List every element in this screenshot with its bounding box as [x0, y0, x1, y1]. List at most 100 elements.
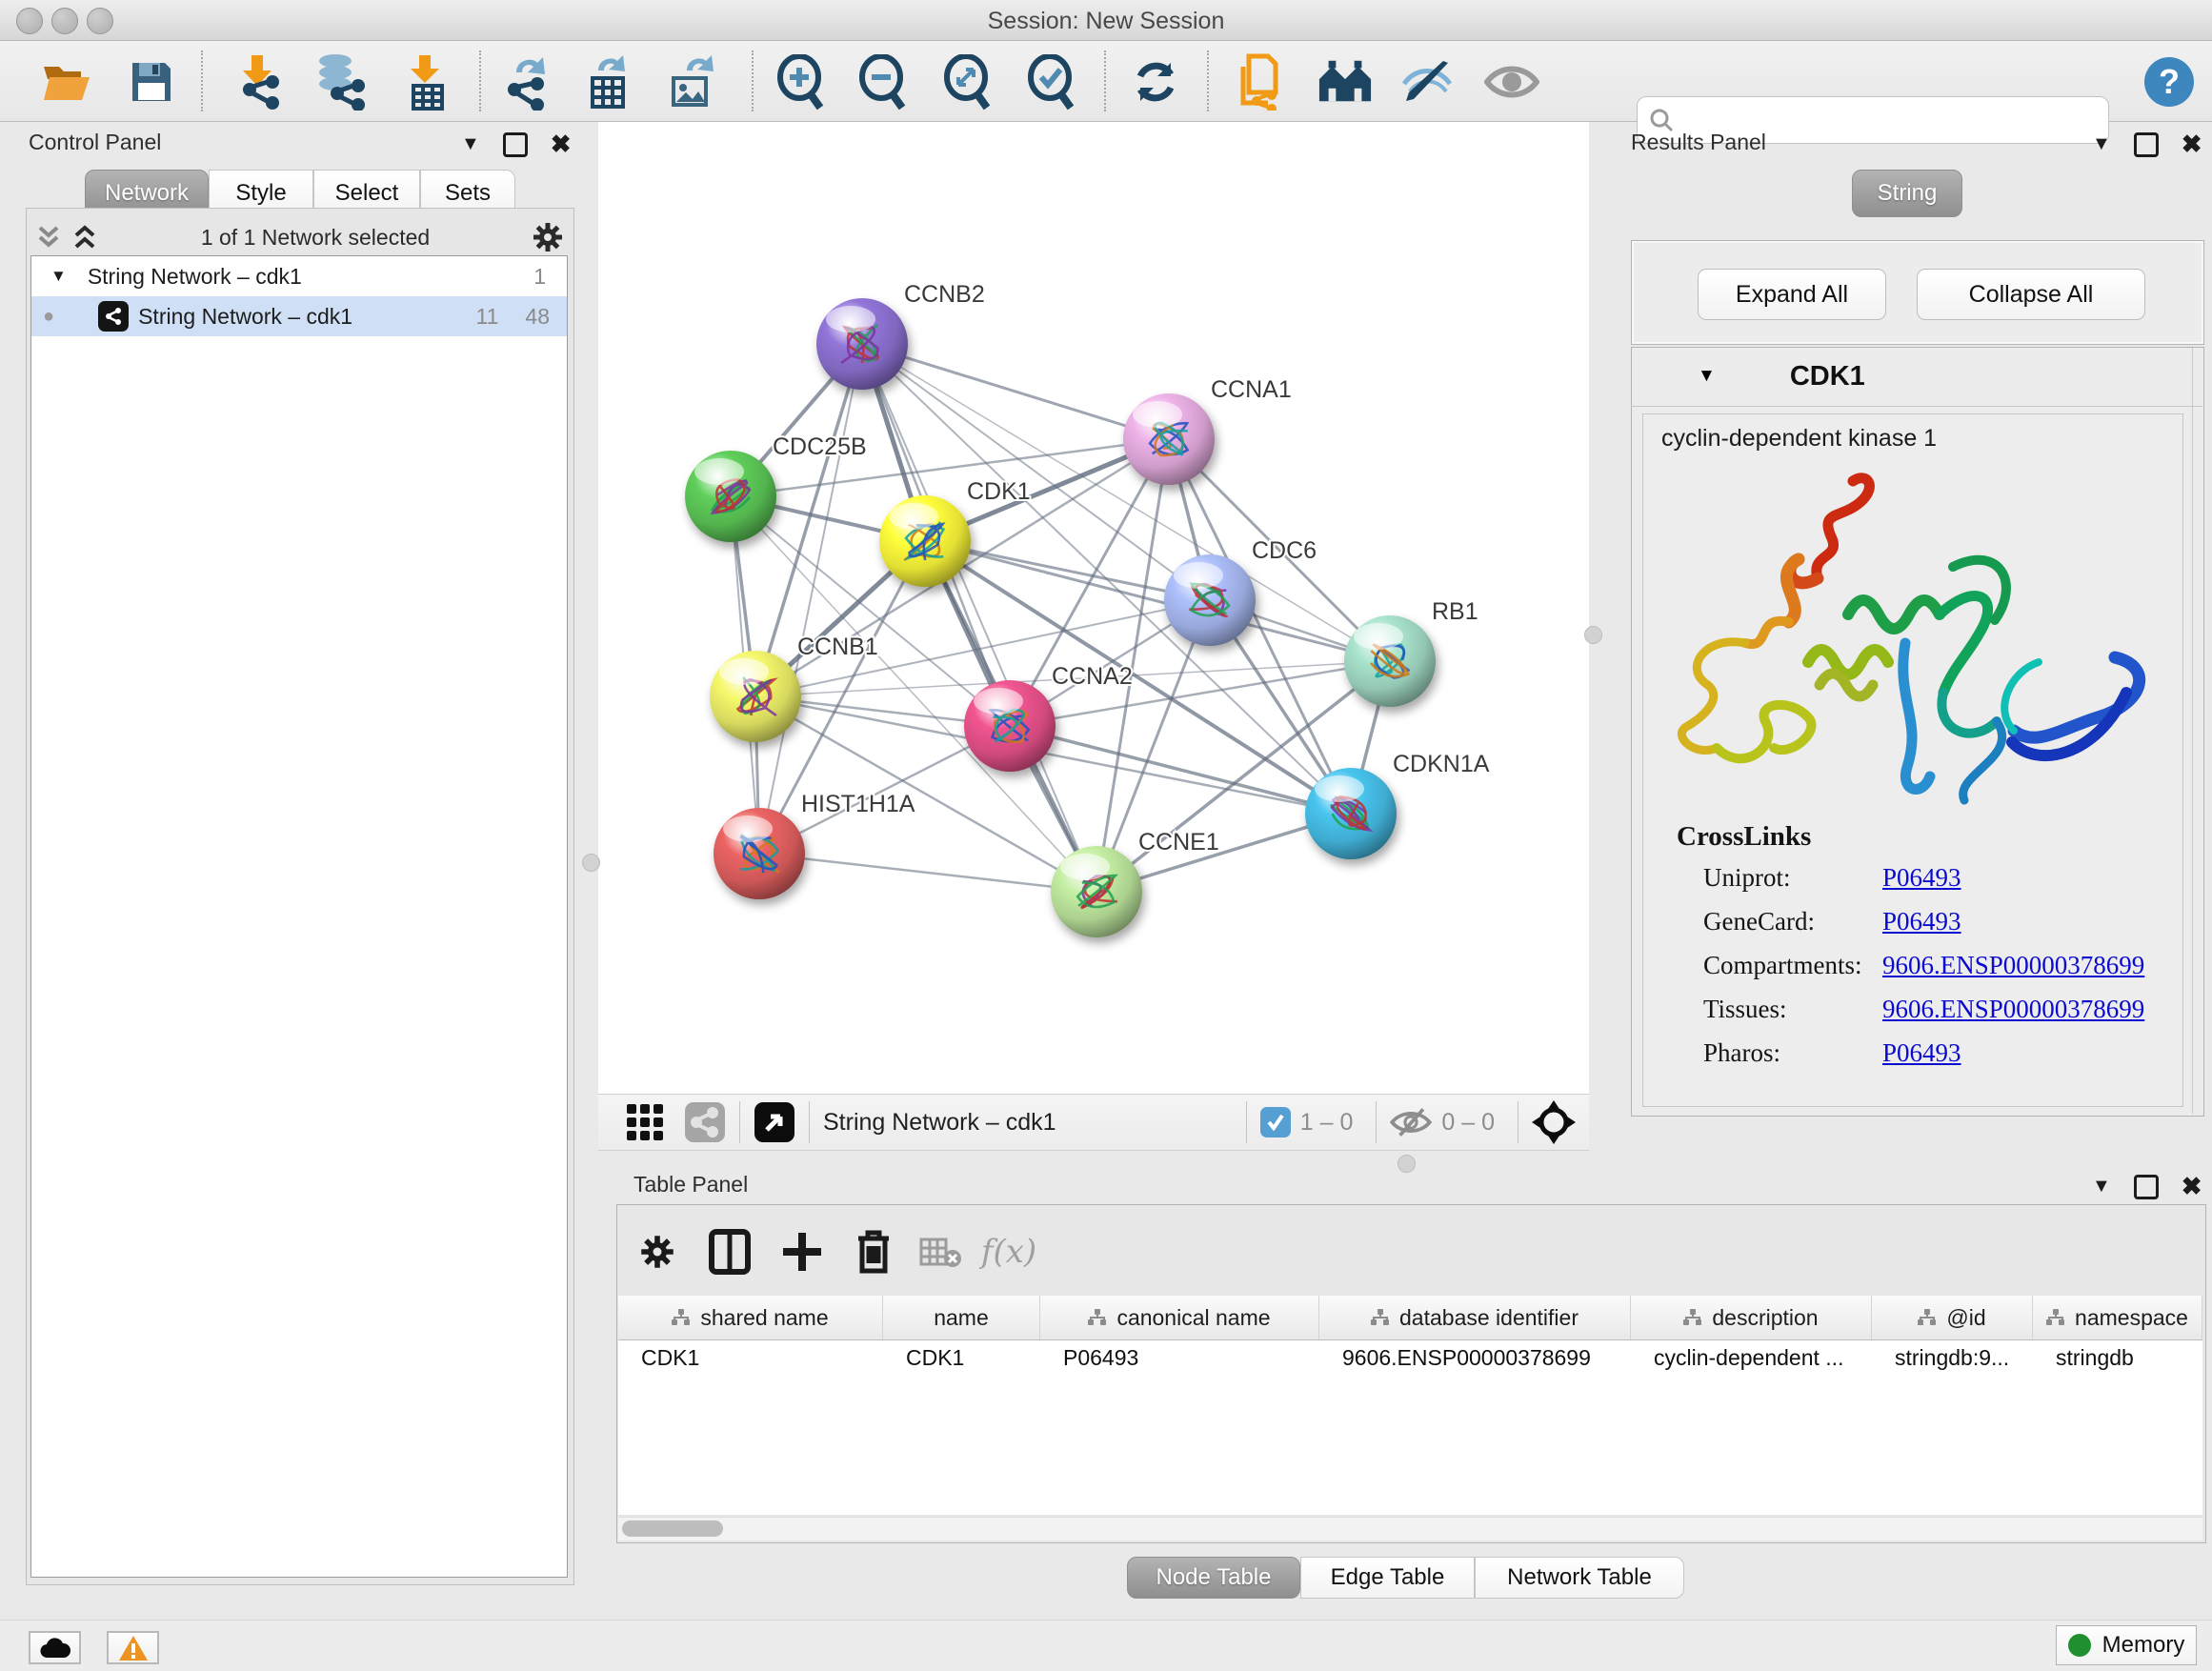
zoom-fit-icon[interactable]: [939, 54, 995, 110]
crosslink-uniprot-link[interactable]: P06493: [1882, 863, 1961, 893]
left-splitter-handle[interactable]: [582, 854, 600, 872]
network-node-cdk1[interactable]: CDK1: [879, 478, 1031, 587]
panel-menu-icon[interactable]: ▼: [2092, 1176, 2111, 1198]
birdseye-view-icon[interactable]: [754, 1101, 795, 1143]
tab-edge-table[interactable]: Edge Table: [1300, 1557, 1475, 1599]
node-table[interactable]: shared namename canonical name database …: [618, 1296, 2202, 1515]
cloud-button[interactable]: [29, 1631, 81, 1664]
table-options-gear-icon[interactable]: [634, 1227, 680, 1277]
network-node-rb1[interactable]: RB1: [1344, 598, 1478, 707]
selected-counts: 1 – 0: [1300, 1109, 1354, 1137]
column-header-namespace[interactable]: namespace: [2033, 1296, 2202, 1339]
network-options-gear-icon[interactable]: [532, 221, 564, 253]
table-panel-controls: ▼ ✖: [2092, 1172, 2202, 1201]
import-table-icon[interactable]: [398, 54, 453, 110]
network-node-ccnb1[interactable]: CCNB1: [710, 634, 878, 742]
network-overview-icon[interactable]: [684, 1101, 726, 1143]
delete-column-icon[interactable]: [851, 1227, 896, 1277]
panel-float-icon[interactable]: [2134, 132, 2159, 157]
table-hscrollbar-track[interactable]: [618, 1517, 2202, 1540]
warnings-button[interactable]: [107, 1631, 159, 1664]
crosslink-genecard-link[interactable]: P06493: [1882, 907, 1961, 936]
network-edge[interactable]: [759, 344, 862, 854]
cytoscape-window: Session: New Session: [0, 0, 2212, 1671]
selected-nodes-checkbox[interactable]: [1260, 1107, 1291, 1137]
save-session-icon[interactable]: [124, 54, 179, 110]
zoom-selected-icon[interactable]: [1023, 54, 1078, 110]
help-icon[interactable]: ?: [2142, 54, 2197, 110]
grid-view-icon[interactable]: [625, 1102, 665, 1142]
table-cell[interactable]: 9606.ENSP00000378699: [1342, 1345, 1625, 1371]
panel-close-icon[interactable]: ✖: [551, 130, 572, 159]
network-row-selected[interactable]: ● String Network – cdk1 11 48: [31, 296, 567, 336]
add-column-icon[interactable]: [779, 1227, 825, 1277]
horizontal-splitter-handle[interactable]: [1398, 1155, 1416, 1173]
hide-selected-icon[interactable]: [1400, 54, 1456, 110]
table-hscrollbar-thumb[interactable]: [622, 1520, 723, 1537]
column-header-database-identifier[interactable]: database identifier: [1319, 1296, 1631, 1339]
memory-button[interactable]: Memory: [2056, 1625, 2197, 1665]
column-header-description[interactable]: description: [1631, 1296, 1872, 1339]
section-title: CDK1: [1790, 361, 1865, 393]
network-edge[interactable]: [759, 854, 1096, 892]
expand-all-button[interactable]: Expand All: [1698, 269, 1886, 320]
export-table-icon[interactable]: [579, 54, 634, 110]
delete-table-icon: [917, 1227, 963, 1277]
tab-network-table[interactable]: Network Table: [1475, 1557, 1684, 1599]
results-panel-controls: ▼ ✖: [2092, 130, 2202, 159]
tree-expander-icon[interactable]: ▼: [50, 267, 67, 286]
clone-network-icon[interactable]: [1233, 54, 1288, 110]
network-canvas[interactable]: CCNB2CCNA1CDC25BCDK1CDC6RB1CCNB1CCNA2CDK…: [598, 122, 1589, 1094]
table-cell[interactable]: CDK1: [641, 1345, 877, 1371]
collapse-all-icon[interactable]: [34, 224, 63, 251]
table-cell[interactable]: P06493: [1063, 1345, 1314, 1371]
show-all-icon[interactable]: [1484, 54, 1539, 110]
column-header-name[interactable]: name: [883, 1296, 1040, 1339]
crosslink-compartments-link[interactable]: 9606.ENSP00000378699: [1882, 951, 2144, 980]
network-node-hist1h1a[interactable]: HIST1H1A: [714, 791, 915, 899]
network-node-cdkn1a[interactable]: CDKN1A: [1305, 751, 1490, 859]
table-cell[interactable]: stringdb:9...: [1895, 1345, 2027, 1371]
fit-selection-crosshair-icon[interactable]: [1532, 1100, 1576, 1144]
import-network-database-icon[interactable]: [312, 54, 367, 110]
panel-float-icon[interactable]: [503, 132, 528, 157]
refresh-icon[interactable]: [1128, 54, 1183, 110]
expand-all-icon[interactable]: [70, 224, 99, 251]
column-header-shared-name[interactable]: shared name: [618, 1296, 883, 1339]
results-scrollbar-track[interactable]: [2192, 348, 2193, 1114]
zoom-out-icon[interactable]: [855, 54, 910, 110]
right-splitter-handle[interactable]: [1584, 626, 1602, 644]
open-session-icon[interactable]: [39, 54, 94, 110]
crosslink-tissues-link[interactable]: 9606.ENSP00000378699: [1882, 995, 2144, 1024]
cdk1-description: cyclin-dependent kinase 1: [1661, 425, 1937, 453]
network-edge[interactable]: [925, 541, 1390, 661]
table-cell[interactable]: cyclin-dependent ...: [1654, 1345, 1866, 1371]
import-network-file-icon[interactable]: [231, 54, 286, 110]
panel-close-icon[interactable]: ✖: [2182, 130, 2202, 159]
export-image-icon[interactable]: [664, 54, 719, 110]
show-columns-icon[interactable]: [707, 1227, 753, 1277]
network-edge[interactable]: [862, 344, 1169, 439]
network-collection-row[interactable]: ▼ String Network – cdk1 1: [31, 256, 567, 296]
first-neighbors-icon[interactable]: [1317, 54, 1373, 110]
column-header--id[interactable]: @id: [1872, 1296, 2033, 1339]
export-network-icon[interactable]: [497, 54, 553, 110]
zoom-in-icon[interactable]: [773, 54, 828, 110]
cdk1-section-header[interactable]: ▼ CDK1: [1631, 347, 2202, 407]
column-header-canonical-name[interactable]: canonical name: [1040, 1296, 1319, 1339]
column-network-icon: [1088, 1309, 1107, 1326]
panel-close-icon[interactable]: ✖: [2182, 1172, 2202, 1201]
panel-float-icon[interactable]: [2134, 1175, 2159, 1199]
section-expander-icon[interactable]: ▼: [1698, 366, 1716, 387]
tab-string[interactable]: String: [1852, 170, 1962, 217]
table-cell[interactable]: CDK1: [906, 1345, 1035, 1371]
crosslink-pharos-link[interactable]: P06493: [1882, 1038, 1961, 1068]
panel-menu-icon[interactable]: ▼: [461, 133, 480, 155]
column-network-icon: [1371, 1309, 1390, 1326]
tab-node-table[interactable]: Node Table: [1127, 1557, 1300, 1599]
panel-menu-icon[interactable]: ▼: [2092, 133, 2111, 155]
collapse-all-button[interactable]: Collapse All: [1917, 269, 2145, 320]
network-node-cdc25b[interactable]: CDC25B: [685, 433, 867, 542]
table-cell[interactable]: stringdb: [2056, 1345, 2197, 1371]
network-node-ccna1[interactable]: CCNA1: [1123, 376, 1292, 485]
